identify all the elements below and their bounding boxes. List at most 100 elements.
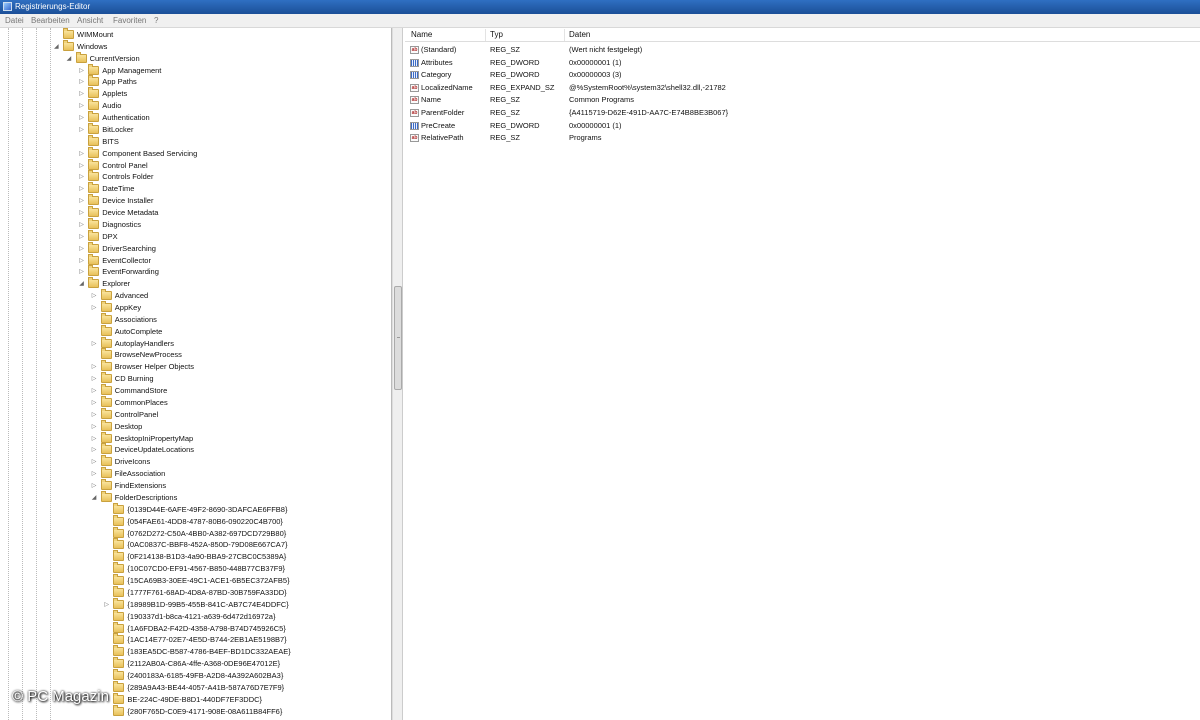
expand-triangle-icon[interactable]: ▷ (79, 163, 85, 169)
tree-item-label: Applets (102, 89, 128, 99)
title-bar: Registrierungs-Editor (0, 0, 1200, 14)
expand-triangle-icon[interactable]: ▷ (92, 412, 98, 418)
expand-triangle-icon[interactable]: ▷ (79, 258, 85, 264)
expand-triangle-icon[interactable]: ▷ (79, 186, 85, 192)
expand-triangle-icon[interactable]: ▷ (79, 91, 85, 97)
folder-icon (100, 372, 112, 384)
value-data: {A4115719-D62E-491D-AA7C-E74B8BE3B067} (569, 108, 729, 117)
expand-triangle-icon[interactable]: ▷ (79, 222, 85, 228)
collapse-triangle-icon[interactable]: ◢ (92, 495, 98, 501)
collapse-triangle-icon[interactable]: ◢ (67, 56, 73, 62)
expand-triangle-icon[interactable]: ▷ (79, 68, 85, 74)
expand-triangle-icon[interactable]: ▷ (79, 151, 85, 157)
expand-triangle-icon[interactable]: ▷ (79, 103, 85, 109)
value-row[interactable]: PreCreate REG_DWORD 0x00000001 (1) (405, 120, 1200, 132)
expand-triangle-icon[interactable]: ▷ (92, 341, 98, 347)
tree-item-label: BitLocker (102, 124, 134, 134)
folder-icon (100, 336, 112, 348)
expand-triangle-icon[interactable]: ▷ (92, 305, 98, 311)
values-column-header: Name Typ Daten (405, 28, 1200, 42)
expand-triangle-icon[interactable]: ▷ (79, 115, 85, 121)
expand-triangle-icon[interactable]: ▷ (92, 424, 98, 430)
tree-item-label: Controls Folder (102, 172, 154, 182)
tree-item-label: EventCollector (102, 255, 151, 265)
value-row[interactable]: ab RelativePath REG_SZ Programs (405, 132, 1200, 144)
expand-triangle-icon[interactable]: ▷ (79, 269, 85, 275)
expand-triangle-icon[interactable]: ▷ (92, 447, 98, 453)
value-name: LocalizedName (421, 82, 473, 92)
scrollbar-thumb[interactable] (394, 286, 402, 390)
value-row[interactable]: Category REG_DWORD 0x00000003 (3) (405, 69, 1200, 81)
column-header-data[interactable]: Daten (569, 30, 590, 40)
folder-icon (100, 360, 112, 372)
expand-triangle-icon[interactable]: ▷ (79, 127, 85, 133)
folder-icon (100, 407, 112, 419)
menu-ansicht[interactable]: Ansicht (77, 16, 103, 26)
collapse-triangle-icon[interactable]: ◢ (54, 44, 60, 50)
folder-icon (113, 692, 125, 704)
tree-item-label: WIMMount (77, 30, 114, 39)
folder-icon (100, 479, 112, 491)
expand-triangle-icon[interactable]: ▷ (92, 483, 98, 489)
column-header-name[interactable]: Name (411, 30, 432, 40)
value-row[interactable]: ab Name REG_SZ Common Programs (405, 94, 1200, 106)
expand-triangle-icon[interactable]: ▷ (92, 471, 98, 477)
folder-icon (88, 182, 100, 194)
tree-item-label: CD Burning (114, 374, 154, 384)
tree-item-label: Explorer (102, 279, 131, 289)
expand-triangle-icon[interactable]: ▷ (92, 388, 98, 394)
value-data: 0x00000001 (1) (569, 120, 622, 130)
expand-triangle-icon[interactable]: ▷ (79, 198, 85, 204)
tree-item-label: AutoComplete (114, 326, 163, 336)
expand-triangle-icon[interactable]: ▷ (92, 293, 98, 299)
tree-item-label: DPX (102, 231, 118, 241)
folder-icon (88, 194, 100, 206)
folder-icon (113, 645, 125, 657)
expand-triangle-icon[interactable]: ▷ (92, 436, 98, 442)
menu-help[interactable]: ? (154, 16, 158, 26)
expand-triangle-icon[interactable]: ▷ (92, 400, 98, 406)
folder-icon (113, 550, 125, 562)
value-data: Common Programs (569, 95, 635, 105)
value-row[interactable]: ab ParentFolder REG_SZ {A4115719-D62E-491D-… (405, 107, 1200, 119)
value-row[interactable]: ab LocalizedName REG_EXPAND_SZ @%SystemRoot… (405, 82, 1200, 94)
tree-item-label: {0762D272-C50A-4BB0-A382-697DCD729B80} (127, 528, 287, 538)
tree-item-label: Desktop (114, 421, 143, 431)
expand-triangle-icon[interactable]: ▷ (92, 376, 98, 382)
folder-icon (88, 122, 100, 134)
folder-icon (100, 324, 112, 336)
menu-datei[interactable]: Datei (5, 16, 24, 26)
column-header-type[interactable]: Typ (490, 30, 503, 40)
folder-icon (113, 668, 125, 680)
expand-triangle-icon[interactable]: ▷ (92, 364, 98, 370)
menu-favoriten[interactable]: Favoriten (113, 16, 146, 26)
expand-triangle-icon[interactable]: ▷ (79, 174, 85, 180)
tree-vertical-scrollbar[interactable] (392, 28, 403, 720)
value-row[interactable]: ab (Standard) REG_SZ (Wert nicht festgelegt… (405, 44, 1200, 56)
column-separator[interactable] (485, 29, 486, 41)
pc-magazin-watermark: © PC Magazin (12, 688, 109, 705)
expand-triangle-icon[interactable]: ▷ (79, 234, 85, 240)
expand-triangle-icon[interactable]: ▷ (104, 602, 110, 608)
column-separator[interactable] (564, 29, 565, 41)
menu-bearbeiten[interactable]: Bearbeiten (31, 16, 70, 26)
tree-item-label: DeviceUpdateLocations (114, 445, 195, 455)
value-data: Programs (569, 133, 602, 143)
expand-triangle-icon[interactable]: ▷ (79, 79, 85, 85)
registry-values-list[interactable]: Name Typ Daten ab (Standard) REG_SZ (Wert n… (405, 28, 1200, 720)
registry-key-tree[interactable]: WIMMount ◢ Windows ◢ CurrentVersion ▷ App Mana… (0, 28, 392, 720)
expand-triangle-icon[interactable]: ▷ (92, 459, 98, 465)
value-row[interactable]: Attributes REG_DWORD 0x00000001 (1) (405, 57, 1200, 69)
expand-triangle-icon[interactable]: ▷ (79, 246, 85, 252)
expand-triangle-icon[interactable]: ▷ (79, 210, 85, 216)
value-name: Category (421, 70, 452, 80)
collapse-triangle-icon[interactable]: ◢ (79, 281, 85, 287)
value-data: 0x00000001 (1) (569, 57, 622, 67)
tree-item-label: CommandStore (114, 386, 168, 396)
folder-icon (88, 206, 100, 218)
